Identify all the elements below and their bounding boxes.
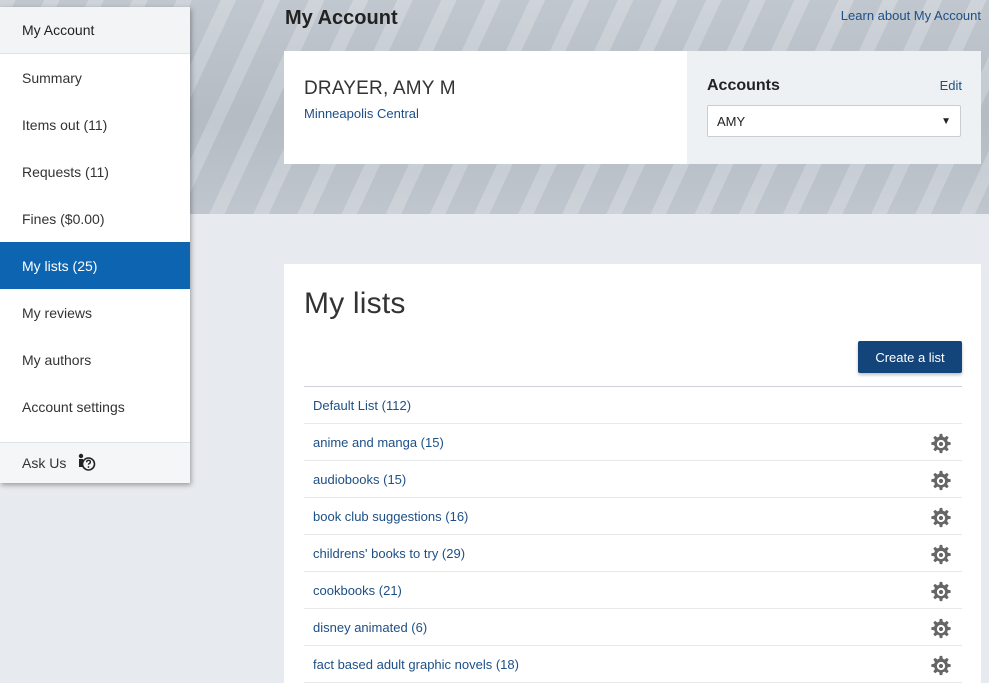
sidebar-item-requests[interactable]: Requests (11) xyxy=(0,148,190,195)
create-list-button[interactable]: Create a list xyxy=(858,341,962,373)
sidebar-item-summary[interactable]: Summary xyxy=(0,54,190,101)
list-link[interactable]: cookbooks (21) xyxy=(313,583,402,598)
my-lists-panel: My lists Create a list Default List (112… xyxy=(284,264,981,683)
sidebar-item-my-lists[interactable]: My lists (25) xyxy=(0,242,190,289)
list-item: Default List (112) xyxy=(304,387,962,424)
account-holder-name: DRAYER, AMY M xyxy=(304,78,456,99)
account-select[interactable]: AMY ▼ xyxy=(707,105,961,137)
list-item: book club suggestions (16) xyxy=(304,498,962,535)
sidebar-item-my-reviews[interactable]: My reviews xyxy=(0,289,190,336)
list-item: childrens' books to try (29) xyxy=(304,535,962,572)
list-item: anime and manga (15) xyxy=(304,424,962,461)
sidebar-item-account-settings[interactable]: Account settings xyxy=(0,383,190,430)
gear-icon[interactable] xyxy=(930,433,952,455)
gear-icon[interactable] xyxy=(930,618,952,640)
my-lists-title: My lists xyxy=(304,287,406,320)
edit-accounts-link[interactable]: Edit xyxy=(940,78,962,93)
list-link[interactable]: Default List (112) xyxy=(313,398,411,413)
sidebar-item-fines[interactable]: Fines ($0.00) xyxy=(0,195,190,242)
list-item: disney animated (6) xyxy=(304,609,962,646)
list-link[interactable]: disney animated (6) xyxy=(313,620,427,635)
gear-icon[interactable] xyxy=(930,507,952,529)
gear-icon[interactable] xyxy=(930,655,952,677)
lists-table: Default List (112) anime and manga (15) … xyxy=(304,386,962,683)
list-link[interactable]: childrens' books to try (29) xyxy=(313,546,465,561)
sidebar-heading[interactable]: My Account xyxy=(0,7,190,54)
list-item: audiobooks (15) xyxy=(304,461,962,498)
home-branch-link[interactable]: Minneapolis Central xyxy=(304,106,667,121)
list-link[interactable]: audiobooks (15) xyxy=(313,472,406,487)
gear-icon[interactable] xyxy=(930,470,952,492)
ask-us-label: Ask Us xyxy=(22,455,67,471)
list-link[interactable]: anime and manga (15) xyxy=(313,435,444,450)
list-item: cookbooks (21) xyxy=(304,572,962,609)
account-sidebar: My Account Summary Items out (11) Reques… xyxy=(0,7,190,483)
list-link[interactable]: fact based adult graphic novels (18) xyxy=(313,657,519,672)
list-link[interactable]: book club suggestions (16) xyxy=(313,509,468,524)
account-card: DRAYER, AMY M Minneapolis Central Accoun… xyxy=(284,51,981,164)
list-item: fact based adult graphic novels (18) xyxy=(304,646,962,683)
dropdown-arrow-icon: ▼ xyxy=(941,115,951,127)
accounts-heading: Accounts xyxy=(707,77,780,94)
gear-icon[interactable] xyxy=(930,581,952,603)
learn-about-link[interactable]: Learn about My Account xyxy=(841,8,981,23)
account-info: DRAYER, AMY M Minneapolis Central xyxy=(284,51,687,164)
page-title: My Account xyxy=(285,7,398,29)
gear-icon[interactable] xyxy=(930,544,952,566)
ask-us-link[interactable]: Ask Us xyxy=(0,442,190,483)
sidebar-item-items-out[interactable]: Items out (11) xyxy=(0,101,190,148)
account-select-value: AMY xyxy=(717,113,746,129)
accounts-section: Accounts Edit AMY ▼ xyxy=(687,51,981,164)
help-person-icon xyxy=(79,453,96,471)
sidebar-item-my-authors[interactable]: My authors xyxy=(0,336,190,383)
